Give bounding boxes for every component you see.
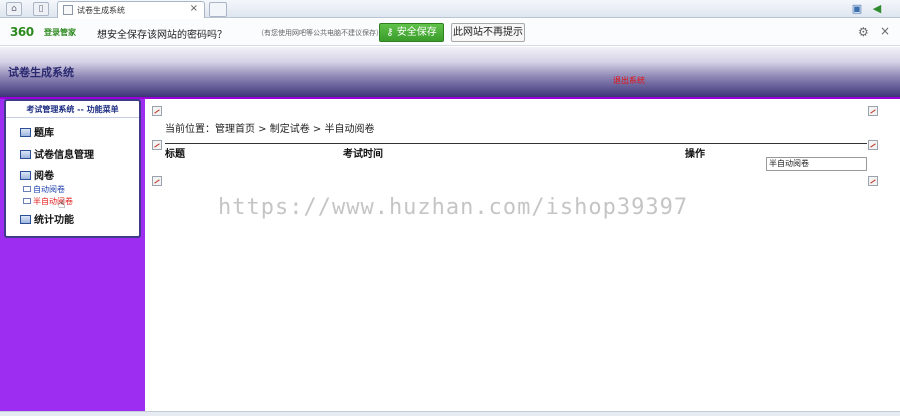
sidebar: 考试管理系统 -- 功能菜单 题库 试卷信息管理 阅卷 自动阅卷 半自动阅卷 ☝… bbox=[0, 99, 145, 411]
home-icon[interactable]: ⌂ bbox=[6, 2, 22, 16]
menu-header: 考试管理系统 -- 功能菜单 bbox=[6, 104, 139, 118]
hand-cursor-icon: ☝ bbox=[58, 197, 66, 211]
sidebar-item-label: 阅卷 bbox=[34, 171, 54, 182]
site-title: 试卷生成系统 bbox=[8, 66, 74, 79]
close-icon[interactable]: × bbox=[880, 24, 890, 38]
sidebar-subitem-auto-grading[interactable]: 自动阅卷 bbox=[23, 184, 65, 195]
browser-tab[interactable]: 试卷生成系统 × bbox=[57, 1, 205, 18]
main-content: 当前位置：管理首页 > 制定试卷 > 半自动阅卷 标题 考试时间 操作 半自动阅… bbox=[145, 99, 900, 411]
browser-tab-strip: ⌂ ▯ 试卷生成系统 × ▣ ◀ bbox=[0, 0, 900, 18]
doc-icon bbox=[23, 186, 31, 192]
safe-save-label: 安全保存 bbox=[396, 27, 437, 38]
password-save-bar: 360 登录管家 想安全保存该网站的密码吗？ （有您使用网吧等公共电脑不建议保存… bbox=[0, 19, 900, 46]
login-manager-label: 登录管家 bbox=[44, 28, 76, 37]
new-tab-button[interactable] bbox=[209, 2, 227, 17]
safe-save-button[interactable]: ⚷ 安全保存 bbox=[379, 23, 444, 42]
sidebar-item-statistics[interactable]: 统计功能 bbox=[20, 211, 74, 226]
sidebar-item-label: 试卷信息管理 bbox=[34, 150, 94, 161]
site-banner: 试卷生成系统 退出系统 bbox=[0, 47, 900, 97]
sidebar-item-question-bank[interactable]: 题库 bbox=[20, 124, 54, 139]
save-password-question: 想安全保存该网站的密码吗？ bbox=[97, 30, 227, 41]
broken-image-icon bbox=[152, 140, 162, 150]
sidebar-subitem-label: 半自动阅卷 bbox=[33, 197, 73, 206]
broken-image-icon bbox=[152, 106, 162, 116]
watermark: https://www.huzhan.com/ishop39397 bbox=[218, 195, 689, 220]
sidebar-subitem-label: 自动阅卷 bbox=[33, 185, 65, 194]
sidebar-item-paper-management[interactable]: 试卷信息管理 bbox=[20, 146, 94, 161]
save-password-hint: （有您使用网吧等公共电脑不建议保存） bbox=[257, 29, 383, 37]
broken-image-icon bbox=[868, 140, 878, 150]
page-icon[interactable]: ▯ bbox=[33, 2, 49, 16]
broken-image-icon bbox=[868, 106, 878, 116]
status-bar bbox=[0, 411, 900, 416]
doc-icon bbox=[23, 198, 31, 204]
broken-image-icon bbox=[868, 176, 878, 186]
column-header-title: 标题 bbox=[165, 149, 185, 160]
back-arrow-icon[interactable]: ◀ bbox=[870, 2, 884, 15]
breadcrumb: 当前位置：管理首页 > 制定试卷 > 半自动阅卷 bbox=[165, 124, 375, 135]
folder-icon bbox=[20, 150, 31, 159]
sidebar-item-grading[interactable]: 阅卷 bbox=[20, 167, 54, 182]
restore-icon[interactable]: ▣ bbox=[850, 2, 864, 15]
page-favicon-icon bbox=[63, 5, 73, 15]
never-prompt-button[interactable]: 此网站不再提示 bbox=[451, 23, 525, 42]
logout-link[interactable]: 退出系统 bbox=[613, 75, 645, 86]
column-header-exam-time: 考试时间 bbox=[343, 149, 383, 160]
semi-auto-grading-button[interactable]: 半自动阅卷 bbox=[766, 157, 867, 171]
folder-icon bbox=[20, 215, 31, 224]
sidebar-subitem-semi-auto-grading[interactable]: 半自动阅卷 bbox=[23, 196, 73, 207]
sidebar-item-label: 题库 bbox=[34, 128, 54, 139]
function-menu: 考试管理系统 -- 功能菜单 题库 试卷信息管理 阅卷 自动阅卷 半自动阅卷 ☝… bbox=[4, 99, 141, 238]
360-logo: 360 bbox=[10, 25, 34, 39]
tab-close-icon[interactable]: × bbox=[190, 3, 198, 14]
key-icon: ⚷ bbox=[386, 27, 394, 38]
tab-title: 试卷生成系统 bbox=[77, 6, 125, 15]
exam-table: 标题 考试时间 操作 bbox=[165, 143, 867, 160]
broken-image-icon bbox=[152, 176, 162, 186]
folder-icon bbox=[20, 128, 31, 137]
sidebar-item-label: 统计功能 bbox=[34, 215, 74, 226]
gear-icon[interactable]: ⚙ bbox=[858, 25, 869, 39]
column-header-actions: 操作 bbox=[685, 149, 705, 160]
folder-icon bbox=[20, 171, 31, 180]
